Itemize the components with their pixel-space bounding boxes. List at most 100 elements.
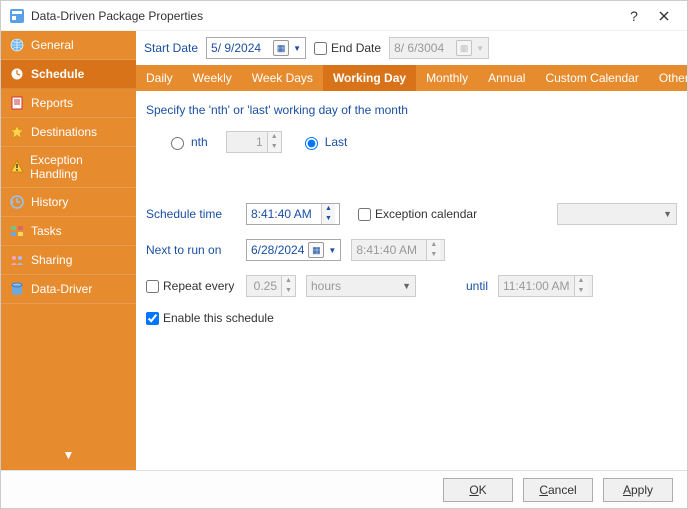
spinner-up-icon: ▲: [282, 276, 295, 286]
sidebar: General Schedule Reports Destinations Ex…: [1, 31, 136, 470]
repeat-unit-dropdown: hours ▼: [306, 275, 416, 297]
repeat-value: 0.25: [247, 279, 281, 293]
calendar-icon[interactable]: ▦: [308, 242, 324, 258]
next-run-row: Next to run on 6/28/2024 ▦ ▼ 8:41:40 AM …: [146, 239, 677, 261]
repeat-check-input[interactable]: [146, 280, 159, 293]
apply-button[interactable]: Apply: [603, 478, 673, 502]
calendar-icon[interactable]: ▦: [273, 40, 289, 56]
sidebar-item-label: Sharing: [31, 253, 72, 267]
chevron-down-icon: ▼: [476, 44, 484, 53]
tab-annual[interactable]: Annual: [478, 65, 535, 91]
exception-label: Exception calendar: [375, 207, 477, 221]
spinner-down-icon: ▼: [575, 286, 588, 296]
warning-icon: [9, 159, 24, 175]
sidebar-item-reports[interactable]: Reports: [1, 89, 136, 118]
end-date-picker: 8/ 6/3004 ▦ ▼: [389, 37, 489, 59]
sidebar-item-label: Exception Handling: [30, 153, 128, 181]
tab-label: Other: [659, 71, 687, 85]
clock-icon: [9, 66, 25, 82]
tab-content-working-day: Specify the 'nth' or 'last' working day …: [136, 91, 687, 470]
tab-daily[interactable]: Daily: [136, 65, 183, 91]
until-label: until: [466, 279, 488, 293]
next-run-time-input: 8:41:40 AM ▲ ▼: [351, 239, 445, 261]
database-icon: [9, 281, 25, 297]
chevron-down-icon: ▼: [63, 448, 75, 462]
globe-icon: [9, 37, 25, 53]
enable-label: Enable this schedule: [163, 311, 274, 325]
tab-weekly[interactable]: Weekly: [183, 65, 242, 91]
spinner-up-icon: ▲: [268, 132, 281, 142]
tab-workingday[interactable]: Working Day: [323, 65, 416, 91]
app-icon: [9, 8, 25, 24]
tab-monthly[interactable]: Monthly: [416, 65, 478, 91]
enable-schedule-checkbox[interactable]: Enable this schedule: [146, 311, 274, 325]
radio-last-label: Last: [325, 135, 348, 149]
sidebar-item-sharing[interactable]: Sharing: [1, 246, 136, 275]
tab-weekdays[interactable]: Week Days: [242, 65, 323, 91]
schedule-time-value: 8:41:40 AM: [251, 207, 317, 221]
radio-nth-label: nth: [191, 135, 208, 149]
chevron-down-icon: ▼: [402, 281, 411, 291]
spinner-down-icon: ▼: [282, 286, 295, 296]
end-date-checkbox[interactable]: End Date: [314, 41, 381, 55]
enable-row: Enable this schedule: [146, 311, 677, 325]
spinner-down-icon: ▼: [427, 250, 440, 260]
schedule-tabstrip: Daily Weekly Week Days Working Day Month…: [136, 65, 687, 91]
exception-calendar-dropdown: ▼: [557, 203, 677, 225]
dialog-footer: OK Cancel Apply: [1, 470, 687, 508]
spinner-up-icon: ▲: [575, 276, 588, 286]
report-icon: [9, 95, 25, 111]
start-date-label: Start Date: [144, 41, 198, 55]
tab-label: Working Day: [333, 71, 406, 85]
sidebar-item-destinations[interactable]: Destinations: [1, 118, 136, 147]
sidebar-item-schedule[interactable]: Schedule: [1, 60, 136, 89]
repeat-value-spinner: 0.25 ▲ ▼: [246, 275, 296, 297]
tab-label: Custom Calendar: [545, 71, 638, 85]
sidebar-item-label: Tasks: [31, 224, 62, 238]
exception-calendar-checkbox[interactable]: Exception calendar: [358, 207, 477, 221]
ok-button[interactable]: OK: [443, 478, 513, 502]
tab-label: Weekly: [193, 71, 232, 85]
next-run-date-picker[interactable]: 6/28/2024 ▦ ▼: [246, 239, 341, 261]
next-run-label: Next to run on: [146, 243, 236, 257]
sidebar-collapse[interactable]: ▼: [1, 440, 136, 470]
sidebar-item-tasks[interactable]: Tasks: [1, 217, 136, 246]
chevron-down-icon[interactable]: ▼: [293, 44, 301, 53]
radio-nth-input[interactable]: [171, 137, 184, 150]
sidebar-item-label: Destinations: [31, 125, 97, 139]
nth-last-row: nth 1 ▲ ▼ Last: [166, 131, 677, 153]
sidebar-item-label: Reports: [31, 96, 73, 110]
cancel-button[interactable]: Cancel: [523, 478, 593, 502]
tab-custom[interactable]: Custom Calendar: [535, 65, 648, 91]
end-date-label: End Date: [331, 41, 381, 55]
repeat-checkbox[interactable]: Repeat every: [146, 279, 236, 293]
spinner-down-icon[interactable]: ▼: [322, 214, 335, 224]
sidebar-item-datadriver[interactable]: Data-Driver: [1, 275, 136, 304]
help-button[interactable]: ?: [619, 4, 649, 28]
sidebar-item-label: History: [31, 195, 68, 209]
radio-last-input[interactable]: [305, 137, 318, 150]
radio-nth[interactable]: nth: [166, 134, 208, 150]
spinner-up-icon[interactable]: ▲: [322, 204, 335, 214]
schedule-time-label: Schedule time: [146, 207, 236, 221]
next-run-date-value: 6/28/2024: [251, 243, 304, 257]
end-date-check-input[interactable]: [314, 42, 327, 55]
close-button[interactable]: [649, 4, 679, 28]
tab-other[interactable]: Other: [649, 65, 687, 91]
sidebar-item-history[interactable]: History: [1, 188, 136, 217]
sidebar-item-label: Schedule: [31, 67, 84, 81]
sharing-icon: [9, 252, 25, 268]
schedule-time-input[interactable]: 8:41:40 AM ▲ ▼: [246, 203, 340, 225]
exception-check-input[interactable]: [358, 208, 371, 221]
radio-last[interactable]: Last: [300, 134, 348, 150]
tab-label: Monthly: [426, 71, 468, 85]
chevron-down-icon[interactable]: ▼: [328, 246, 336, 255]
nth-value: 1: [227, 135, 267, 149]
calendar-icon: ▦: [456, 40, 472, 56]
enable-check-input[interactable]: [146, 312, 159, 325]
sidebar-item-general[interactable]: General: [1, 31, 136, 60]
sidebar-item-exception[interactable]: Exception Handling: [1, 147, 136, 188]
start-date-picker[interactable]: 5/ 9/2024 ▦ ▼: [206, 37, 306, 59]
date-row: Start Date 5/ 9/2024 ▦ ▼ End Date 8/ 6/3…: [136, 31, 687, 65]
repeat-unit-value: hours: [311, 279, 398, 293]
